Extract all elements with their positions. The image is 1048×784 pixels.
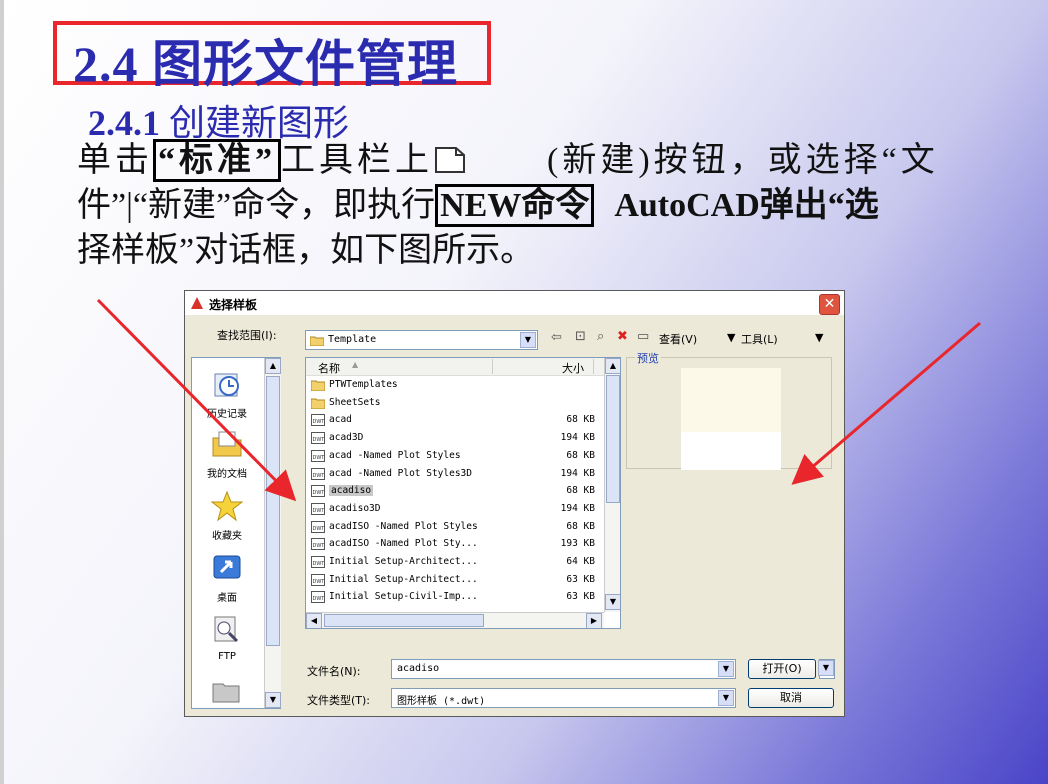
right-arrow	[791, 321, 981, 485]
left-arrow	[96, 298, 297, 502]
callout-arrows	[96, 298, 981, 502]
